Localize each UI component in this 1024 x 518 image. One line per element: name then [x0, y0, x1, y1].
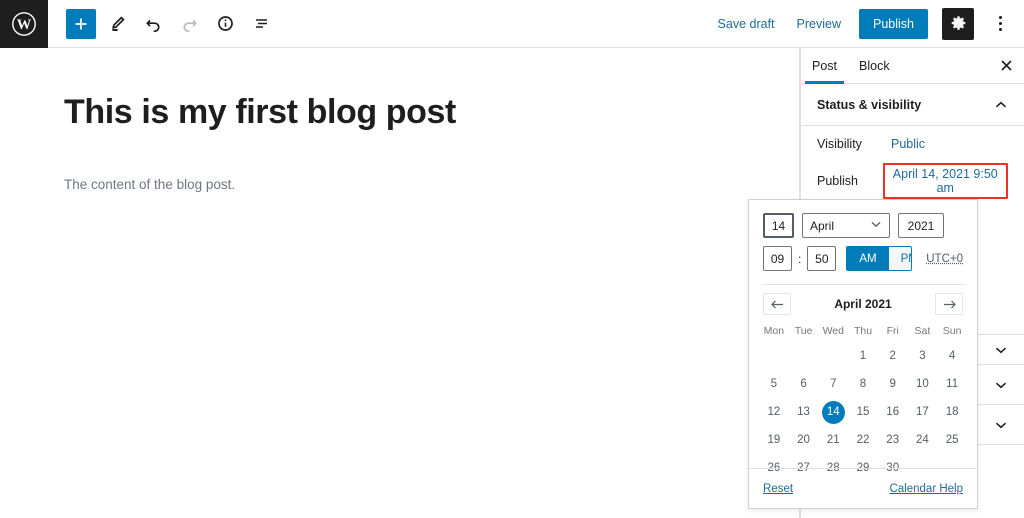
add-block-button[interactable] [66, 8, 96, 39]
am-button[interactable]: AM [847, 247, 889, 270]
calendar-day[interactable]: 11 [937, 372, 967, 397]
calendar-month-title: April 2021 [834, 297, 892, 311]
calendar-day-selected[interactable]: 14 [818, 400, 848, 425]
calendar-weekday-header: Tue [794, 325, 813, 337]
calendar-day[interactable]: 13 [789, 400, 819, 425]
editor-canvas: This is my first blog post The content o… [0, 48, 800, 518]
settings-button[interactable] [942, 7, 974, 40]
edit-tool-button[interactable] [102, 9, 132, 39]
month-select-value: April [810, 218, 835, 233]
chevron-down-icon [870, 218, 882, 233]
calendar-grid: Mon Tue Wed Thu Fri Sat Sun 1 2 3 4 5 6 7 8 9 10 11 12 13 14… [749, 315, 977, 481]
calendar-weekday-header: Mon [763, 325, 785, 337]
month-select[interactable]: April [802, 213, 890, 238]
details-button[interactable] [210, 9, 240, 39]
kebab-menu-icon [998, 22, 1002, 25]
pm-button[interactable]: PM [888, 247, 912, 270]
next-month-button[interactable] [935, 293, 963, 315]
calendar-day[interactable]: 5 [759, 372, 789, 397]
timezone-label: UTC+0 [926, 252, 963, 265]
calendar-weekday-header: Sat [914, 325, 931, 337]
publish-date-button[interactable]: April 14, 2021 9:50 am [890, 167, 1001, 195]
more-options-button[interactable] [988, 8, 1012, 40]
publish-button[interactable]: Publish [859, 8, 928, 39]
undo-button[interactable] [138, 9, 168, 39]
list-view-button[interactable] [246, 9, 276, 39]
day-input[interactable]: 14 [763, 213, 794, 238]
chevron-up-icon [994, 98, 1008, 112]
wordpress-logo-icon[interactable]: W [0, 0, 48, 48]
calendar-day[interactable]: 12 [759, 400, 789, 425]
previous-month-button[interactable] [763, 293, 791, 315]
calendar-empty-cell [818, 344, 848, 369]
publish-date-row: Publish April 14, 2021 9:50 am [801, 162, 1024, 200]
calendar-day[interactable]: 20 [789, 428, 819, 453]
tab-block[interactable]: Block [848, 48, 901, 83]
toolbar-actions: Save draft Preview Publish [714, 7, 1024, 40]
am-pm-toggle: AM PM [846, 246, 913, 271]
calendar-weekday-header: Sun [942, 325, 962, 337]
time-colon-separator: : [798, 251, 802, 266]
visibility-label: Visibility [817, 137, 862, 151]
redo-button[interactable] [174, 9, 204, 39]
chevron-down-icon [994, 343, 1008, 357]
calendar-day[interactable]: 2 [878, 344, 908, 369]
calendar-day[interactable]: 1 [848, 344, 878, 369]
publish-date-picker-popover: 14 April 2021 09 : 50 AM PM UTC+0 [748, 199, 978, 509]
close-sidebar-button[interactable] [988, 48, 1024, 83]
sidebar-tabs: Post Block [801, 48, 1024, 84]
kebab-menu-icon [998, 16, 1002, 19]
calendar-day[interactable]: 6 [789, 372, 819, 397]
tab-post[interactable]: Post [801, 48, 848, 84]
time-fields-row: 09 : 50 AM PM UTC+0 [749, 238, 977, 271]
calendar-day[interactable]: 9 [878, 372, 908, 397]
calendar-weekday-header: Fri [886, 325, 899, 337]
visibility-value-button[interactable]: Public [891, 137, 925, 151]
preview-button[interactable]: Preview [793, 12, 845, 36]
calendar-day[interactable]: 24 [908, 428, 938, 453]
post-content-paragraph[interactable]: The content of the blog post. [64, 177, 724, 192]
chevron-down-icon [994, 378, 1008, 392]
editor-toolbar: W Save draft Preview Publish [0, 0, 1024, 48]
save-draft-button[interactable]: Save draft [714, 12, 779, 36]
calendar-day[interactable]: 3 [908, 344, 938, 369]
publish-date-annotation: April 14, 2021 9:50 am [882, 163, 1008, 199]
calendar-day[interactable]: 18 [937, 400, 967, 425]
calendar-day[interactable]: 10 [908, 372, 938, 397]
toolbar-tools [48, 8, 276, 39]
calendar-help-button[interactable]: Calendar Help [889, 483, 963, 495]
calendar-day[interactable]: 22 [848, 428, 878, 453]
publish-label: Publish [817, 174, 858, 188]
year-input[interactable]: 2021 [898, 213, 944, 238]
status-visibility-title: Status & visibility [817, 97, 922, 112]
calendar-day[interactable]: 8 [848, 372, 878, 397]
calendar-day[interactable]: 23 [878, 428, 908, 453]
calendar-nav: April 2021 [749, 285, 977, 315]
calendar-weekday-header: Thu [853, 325, 873, 337]
calendar-weekday-header: Wed [822, 325, 844, 337]
svg-text:W: W [17, 17, 32, 33]
kebab-menu-icon [998, 28, 1002, 31]
calendar-day[interactable]: 25 [937, 428, 967, 453]
calendar-day[interactable]: 7 [818, 372, 848, 397]
calendar-empty-cell [789, 344, 819, 369]
calendar-day[interactable]: 21 [818, 428, 848, 453]
datepicker-footer: Reset Calendar Help [749, 468, 977, 508]
calendar-day[interactable]: 19 [759, 428, 789, 453]
minute-input[interactable]: 50 [807, 246, 837, 271]
status-visibility-panel-header[interactable]: Status & visibility [801, 84, 1024, 126]
calendar-empty-cell [759, 344, 789, 369]
visibility-row: Visibility Public [801, 126, 1024, 162]
post-title-field[interactable]: This is my first blog post [64, 93, 724, 132]
date-fields-row: 14 April 2021 [749, 200, 977, 238]
reset-button[interactable]: Reset [763, 483, 793, 495]
calendar-day[interactable]: 17 [908, 400, 938, 425]
calendar-day[interactable]: 15 [848, 400, 878, 425]
wordpress-block-editor: W Save draft Preview Publish This is my … [0, 0, 1024, 518]
hour-input[interactable]: 09 [763, 246, 792, 271]
chevron-down-icon [994, 418, 1008, 432]
calendar-day[interactable]: 16 [878, 400, 908, 425]
calendar-day-label: 14 [821, 401, 845, 424]
calendar-day[interactable]: 4 [937, 344, 967, 369]
